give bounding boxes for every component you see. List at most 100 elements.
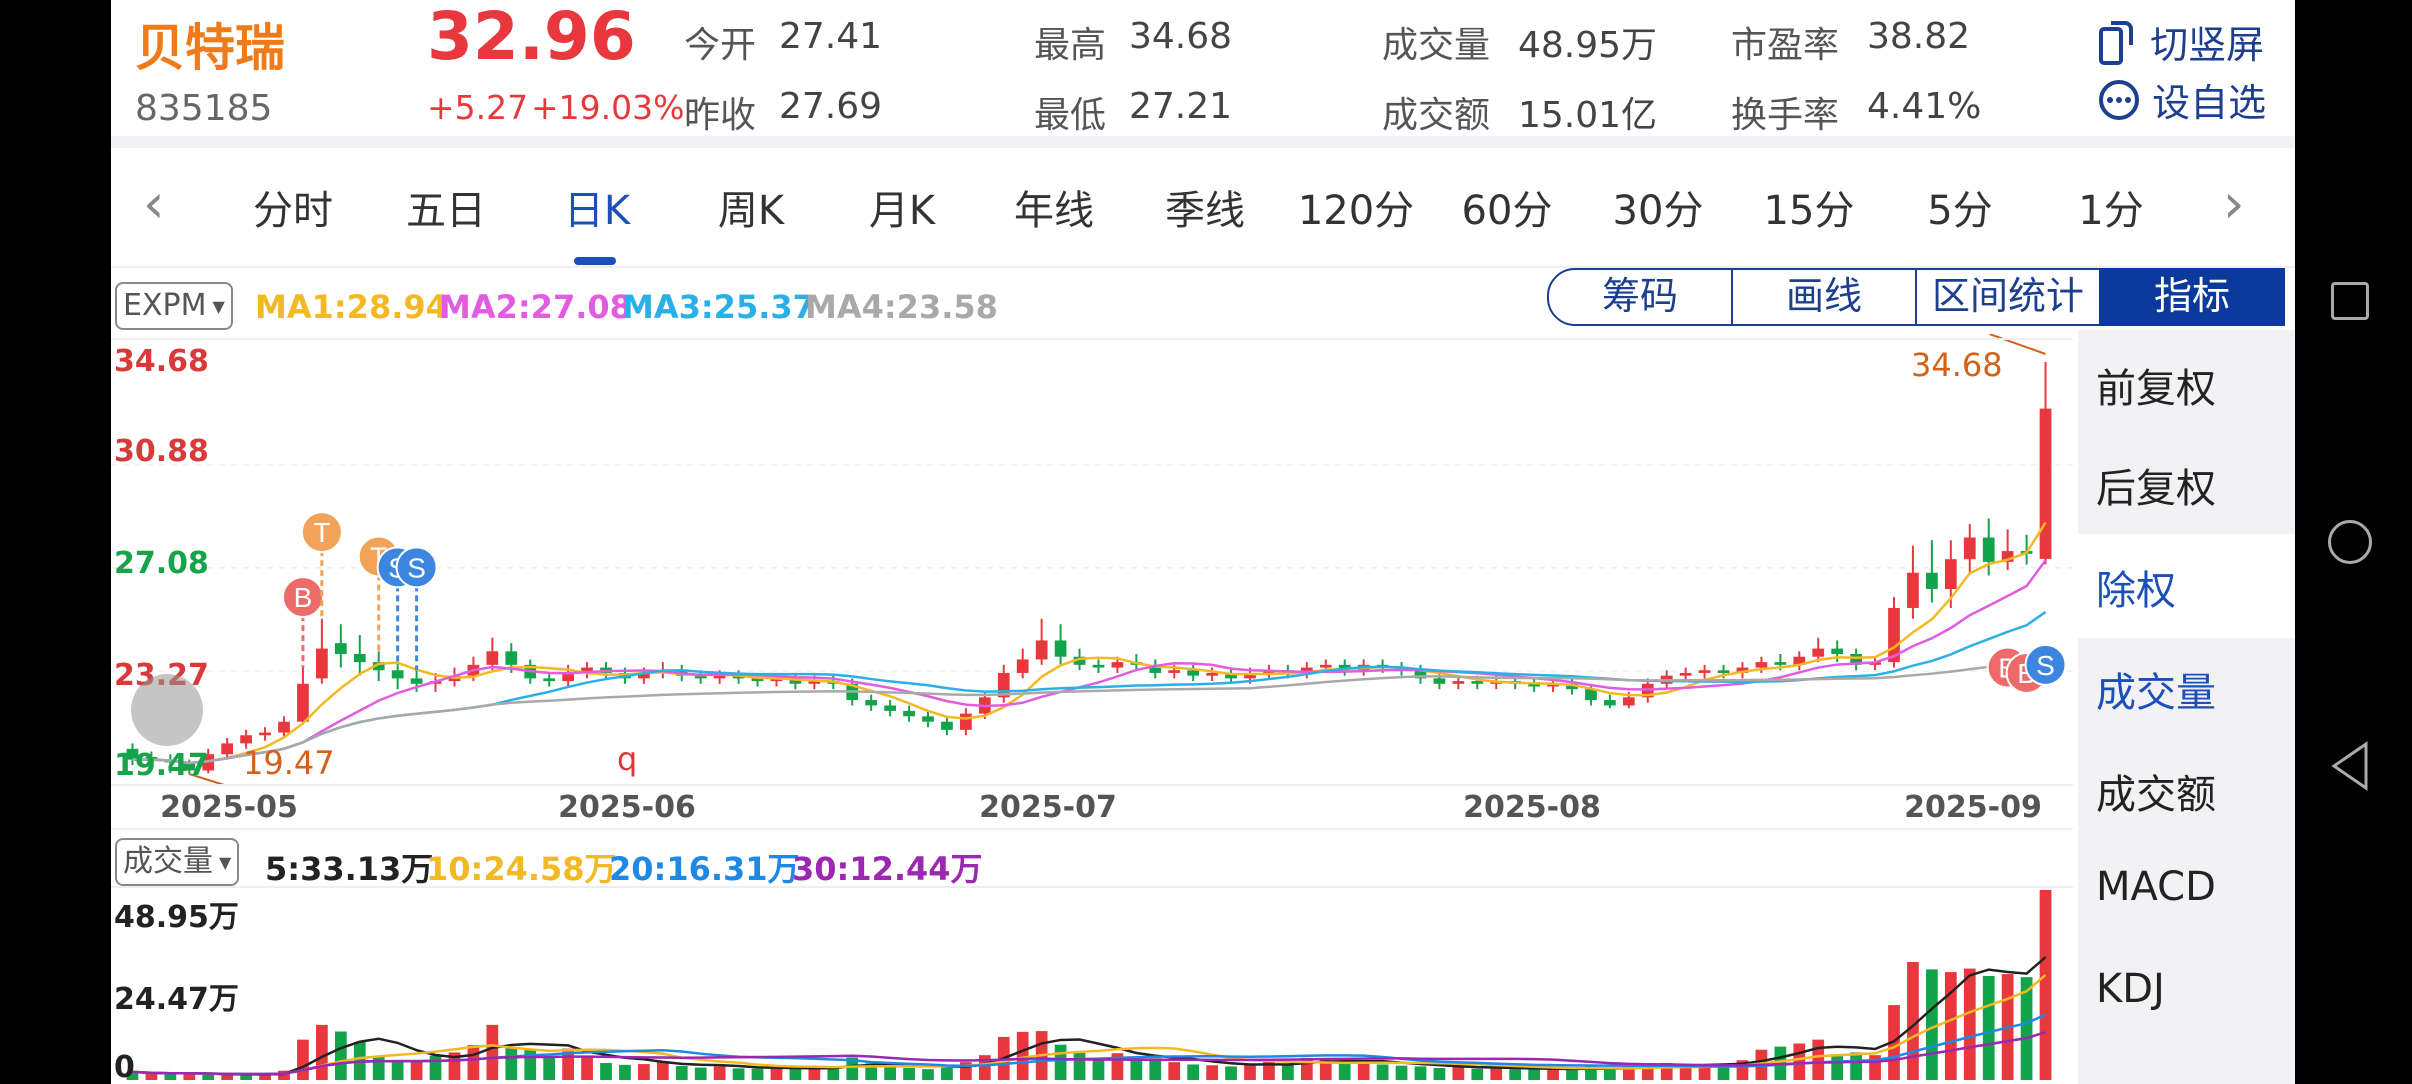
trade-marker-label: T — [313, 517, 330, 548]
volume-bar — [543, 1056, 556, 1080]
chips-button[interactable]: 筹码 — [1547, 268, 1733, 326]
volume-bar — [372, 1055, 385, 1080]
circle-icon — [2328, 520, 2372, 564]
candle-body — [865, 700, 878, 706]
tab-monthly-k[interactable]: 月K — [869, 178, 935, 236]
active-tab-indicator — [574, 257, 616, 265]
vol-ma10-legend: 10:24.58万 — [426, 850, 617, 888]
turnover-rate-value: 4.41% — [1867, 86, 1982, 127]
candle-body — [713, 675, 726, 679]
tab-weekly-k[interactable]: 周K — [718, 178, 784, 236]
volume-bar — [581, 1055, 593, 1080]
indicators-button[interactable]: 指标 — [2099, 268, 2285, 326]
tab-quarterly[interactable]: 季线 — [1165, 178, 1245, 236]
tab-intraday[interactable]: 分时 — [253, 178, 333, 236]
rotate-screen-button[interactable]: 切竖屏 — [2097, 14, 2264, 70]
volume-bar — [410, 1061, 423, 1080]
chevron-down-icon: ▼ — [212, 296, 225, 316]
trade-marker-label: S — [2036, 650, 2055, 681]
volume-bar — [145, 1073, 158, 1080]
volume-bar — [922, 1069, 934, 1080]
tab-120min[interactable]: 120分 — [1298, 178, 1414, 236]
volume-indicator-select[interactable]: 成交量 ▼ — [115, 838, 240, 886]
tab-30min[interactable]: 30分 — [1613, 178, 1704, 236]
turnover-amount-label: 成交额 — [1382, 95, 1491, 136]
min-price-marker: 19.47 — [243, 744, 335, 782]
side-item-volume[interactable]: 成交量 — [2096, 660, 2216, 718]
tab-60min[interactable]: 60分 — [1462, 178, 1553, 236]
candle-body — [884, 705, 896, 711]
range-stats-button[interactable]: 区间统计 — [1915, 268, 2101, 326]
volume-bar — [1414, 1066, 1427, 1080]
candle-body — [240, 735, 252, 744]
candle-body — [1774, 662, 1787, 665]
candle-body — [941, 721, 953, 730]
side-item-kdj[interactable]: KDJ — [2096, 966, 2165, 1012]
volume-axis-label: 48.95万 — [114, 900, 239, 935]
home-button[interactable] — [2320, 520, 2380, 564]
vol-ma30-legend: 30:12.44万 — [792, 850, 983, 888]
drag-handle[interactable] — [131, 674, 203, 746]
candle-body — [1926, 572, 1938, 589]
volume-bar — [827, 1068, 840, 1080]
date-axis-label: 2025-05 — [160, 790, 298, 825]
pe-ratio-value: 38.82 — [1867, 16, 1971, 57]
rotate-icon — [2099, 20, 2133, 65]
tabs-next-arrow[interactable]: › — [2223, 172, 2245, 235]
candle-body — [1433, 678, 1446, 684]
open-value: 27.41 — [779, 16, 883, 57]
stock-price: 32.96 — [427, 0, 636, 75]
turnover-amount-value: 15.01亿 — [1518, 95, 1658, 136]
open-label: 今开 — [684, 25, 757, 66]
draw-line-button[interactable]: 画线 — [1731, 268, 1917, 326]
side-item-forward-adjust[interactable]: 前复权 — [2096, 356, 2216, 414]
chevron-down-icon: ▼ — [219, 852, 232, 872]
kline-chart[interactable]: BTTSSBBS — [111, 334, 2073, 786]
back-button[interactable] — [2320, 740, 2380, 804]
ma4-legend: MA4:23.58 — [805, 288, 998, 326]
side-item-macd[interactable]: MACD — [2096, 864, 2216, 910]
volume-select-value: 成交量 — [123, 844, 213, 879]
add-watchlist-button[interactable]: 设自选 — [2097, 72, 2266, 128]
volume-bar — [1149, 1058, 1162, 1080]
side-item-backward-adjust[interactable]: 后复权 — [2096, 456, 2216, 514]
volume-bar — [486, 1024, 499, 1080]
stock-app: 贝特瑞 835185 32.96 +5.27 +19.03% 今开 27.41 … — [111, 0, 2295, 1084]
side-item-turnover[interactable]: 成交额 — [2096, 762, 2216, 820]
tab-five-day[interactable]: 五日 — [406, 178, 486, 236]
volume-chart[interactable] — [111, 890, 2073, 1080]
candle-body — [1035, 640, 1048, 660]
date-axis-label: 2025-09 — [1904, 790, 2042, 825]
chart-top-divider — [111, 338, 2073, 340]
high-value: 34.68 — [1129, 16, 1233, 57]
candle-body — [1187, 670, 1200, 676]
side-item-ex-rights[interactable]: 除权 — [2096, 558, 2176, 616]
tab-5min[interactable]: 5分 — [1927, 178, 1992, 236]
back-triangle-icon — [2331, 741, 2368, 791]
volume-bar — [1206, 1065, 1218, 1080]
tab-yearly[interactable]: 年线 — [1014, 178, 1094, 236]
indicator-select[interactable]: EXPM ▼ — [115, 282, 233, 330]
high-label: 最高 — [1034, 25, 1107, 66]
chart-axis-divider — [111, 784, 2073, 786]
candle-body — [1319, 664, 1332, 668]
volume-bar — [1490, 1067, 1503, 1080]
recents-button[interactable] — [2320, 282, 2380, 320]
candle-body — [1717, 670, 1730, 673]
tabs-prev-arrow[interactable]: ‹ — [143, 172, 165, 235]
volume-bar — [1092, 1057, 1105, 1080]
candle-body — [486, 651, 499, 665]
volume-bar — [1528, 1069, 1540, 1080]
tab-1min[interactable]: 1分 — [2078, 178, 2143, 236]
volume-bar — [1452, 1066, 1465, 1080]
tab-daily-k[interactable]: 日K — [564, 178, 630, 236]
tab-15min[interactable]: 15分 — [1764, 178, 1855, 236]
trade-marker-label: S — [407, 552, 426, 583]
volume-bar — [1244, 1064, 1256, 1080]
candle-body — [221, 743, 234, 755]
candle-body — [316, 648, 328, 679]
volume-bar — [751, 1068, 764, 1080]
chart-tools-group: 筹码 画线 区间统计 指标 — [1547, 268, 2285, 326]
ma4-line — [132, 655, 2046, 765]
date-axis-label: 2025-06 — [558, 790, 696, 825]
